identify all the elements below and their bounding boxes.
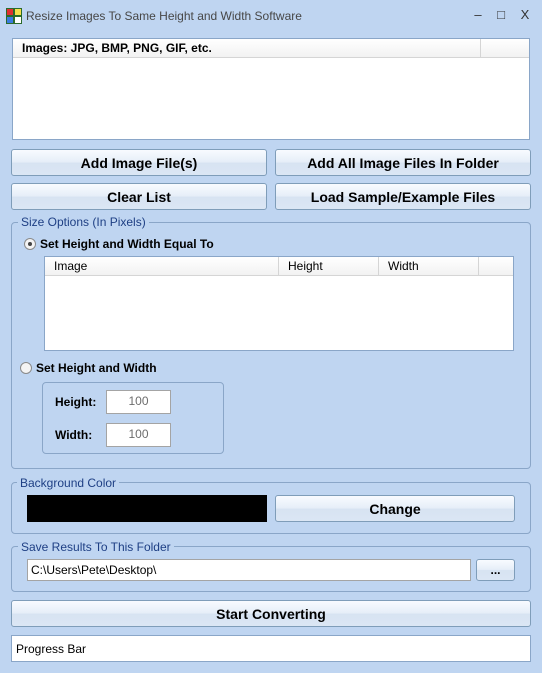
custom-size-radio[interactable] — [20, 362, 32, 374]
clear-list-button[interactable]: Clear List — [11, 183, 267, 210]
background-color-legend: Background Color — [17, 476, 120, 490]
image-size-table-header: Image Height Width — [45, 257, 513, 276]
height-label: Height: — [55, 395, 97, 409]
progress-bar: Progress Bar — [11, 635, 531, 662]
width-label: Width: — [55, 428, 93, 442]
window-title: Resize Images To Same Height and Width S… — [26, 9, 302, 23]
close-button[interactable]: X — [514, 6, 536, 24]
custom-size-label[interactable]: Set Height and Width — [36, 361, 157, 375]
save-folder-input[interactable]: C:\Users\Pete\Desktop\ — [27, 559, 471, 581]
maximize-button[interactable]: □ — [490, 6, 512, 24]
size-options-legend: Size Options (In Pixels) — [18, 215, 149, 229]
add-image-files-button[interactable]: Add Image File(s) — [11, 149, 267, 176]
equal-size-radio[interactable] — [24, 238, 36, 250]
height-column-header[interactable]: Height — [279, 257, 379, 276]
width-column-header[interactable]: Width — [379, 257, 479, 276]
browse-folder-button[interactable]: ... — [476, 559, 515, 581]
height-input[interactable]: 100 — [106, 390, 171, 414]
equal-size-label[interactable]: Set Height and Width Equal To — [40, 237, 214, 251]
title-bar: Resize Images To Same Height and Width S… — [0, 0, 542, 32]
progress-bar-label: Progress Bar — [16, 642, 87, 656]
width-input[interactable]: 100 — [106, 423, 171, 447]
add-folder-button[interactable]: Add All Image Files In Folder — [275, 149, 531, 176]
images-list-header: Images: JPG, BMP, PNG, GIF, etc. — [13, 39, 529, 58]
images-column-header[interactable]: Images: JPG, BMP, PNG, GIF, etc. — [13, 39, 481, 58]
start-converting-button[interactable]: Start Converting — [11, 600, 531, 627]
save-folder-legend: Save Results To This Folder — [18, 540, 174, 554]
image-size-table[interactable]: Image Height Width — [44, 256, 514, 351]
color-swatch — [27, 495, 267, 522]
load-sample-files-button[interactable]: Load Sample/Example Files — [275, 183, 531, 210]
minimize-button[interactable]: – — [467, 6, 489, 24]
images-list[interactable]: Images: JPG, BMP, PNG, GIF, etc. — [12, 38, 530, 140]
change-color-button[interactable]: Change — [275, 495, 515, 522]
app-icon — [6, 8, 22, 24]
image-column-header[interactable]: Image — [45, 257, 279, 276]
